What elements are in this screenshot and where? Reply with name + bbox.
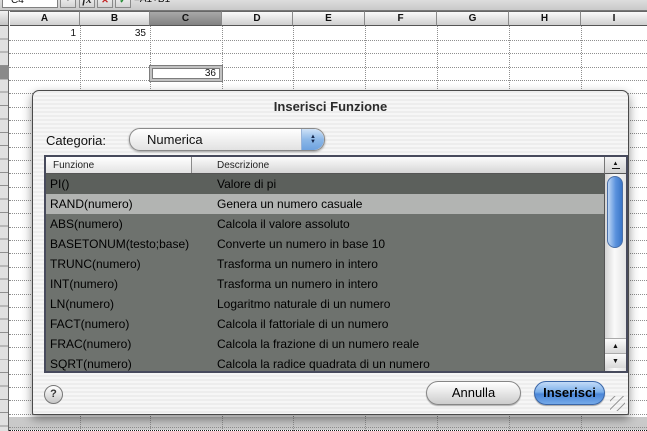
list-item[interactable]: ABS(numero)Calcola il valore assoluto <box>46 214 604 234</box>
row-headers[interactable] <box>0 26 9 431</box>
cancel-entry-icon[interactable]: ✕ <box>97 0 113 8</box>
header-descrizione[interactable]: Descrizione <box>193 157 604 173</box>
sort-direction-button[interactable]: ▲ <box>604 157 626 174</box>
grid-line <box>9 53 647 54</box>
sort-direction-bar <box>612 168 620 169</box>
category-label: Categoria: <box>46 133 106 148</box>
function-list: Funzione Descrizione ▲ PI()Valore di pi … <box>44 155 628 373</box>
scrollbar-thumb[interactable] <box>607 176 623 248</box>
name-box-dropdown-icon[interactable]: ▼ <box>60 0 76 8</box>
column-header-f[interactable]: F <box>365 11 437 26</box>
column-header-b[interactable]: B <box>80 11 150 26</box>
insert-button[interactable]: Inserisci <box>534 381 605 405</box>
accept-entry-icon[interactable]: ✓ <box>115 0 131 8</box>
function-list-header: Funzione Descrizione <box>46 157 604 174</box>
formula-bar: C4 ▼ fx ✕ ✓ =A1+B1 <box>0 0 647 11</box>
function-list-body: PI()Valore di pi RAND(numero)Genera un n… <box>46 174 604 371</box>
scrollbar[interactable]: ▲ ▼ <box>604 174 626 371</box>
cancel-button[interactable]: Annulla <box>426 381 521 405</box>
column-header-c[interactable]: C <box>150 11 222 26</box>
list-item[interactable]: TRUNC(numero)Trasforma un numero in inte… <box>46 254 604 274</box>
category-popup[interactable]: Numerica ▲▼ <box>129 128 325 151</box>
select-all-corner[interactable] <box>0 11 9 26</box>
column-header-a[interactable]: A <box>10 11 80 26</box>
help-button[interactable]: ? <box>44 385 63 404</box>
header-funzione[interactable]: Funzione <box>46 157 192 173</box>
popup-arrows-icon: ▲▼ <box>301 129 324 150</box>
scroll-down-icon[interactable]: ▼ <box>605 353 626 368</box>
resize-handle-icon[interactable] <box>610 396 625 411</box>
category-popup-value: Numerica <box>147 132 203 147</box>
list-item[interactable]: FACT(numero)Calcola il fattoriale di un … <box>46 314 604 334</box>
scroll-up-icon[interactable]: ▲ <box>605 338 626 353</box>
selected-cell-c4[interactable]: 36 <box>150 66 222 81</box>
list-item[interactable]: LN(numero)Logaritmo naturale di un numer… <box>46 294 604 314</box>
cell-reference-box[interactable]: C4 <box>2 0 58 8</box>
insert-function-dialog: Inserisci Funzione Categoria: Numerica ▲… <box>32 90 629 415</box>
column-header-h[interactable]: H <box>509 11 581 26</box>
column-header-e[interactable]: E <box>293 11 365 26</box>
row-header-4-selected[interactable] <box>0 66 9 79</box>
dialog-title: Inserisci Funzione <box>33 99 628 114</box>
list-item[interactable]: SQRT(numero)Calcola la radice quadrata d… <box>46 354 604 371</box>
formula-input[interactable]: =A1+B1 <box>134 0 170 5</box>
sort-direction-icon: ▲ <box>613 162 619 167</box>
list-item[interactable]: BASETONUM(testo;base)Converte un numero … <box>46 234 604 254</box>
list-item-selected[interactable]: RAND(numero)Genera un numero casuale <box>46 194 604 214</box>
column-header-i[interactable]: I <box>581 11 647 26</box>
insert-function-icon[interactable]: fx <box>79 0 95 8</box>
column-header-d[interactable]: D <box>222 11 293 26</box>
grid-line <box>9 427 647 428</box>
list-item[interactable]: PI()Valore di pi <box>46 174 604 194</box>
scroll-arrows: ▲ ▼ <box>605 338 626 368</box>
grid-line <box>9 67 647 68</box>
column-header-g[interactable]: G <box>437 11 509 26</box>
grid-line <box>9 80 647 81</box>
list-item[interactable]: INT(numero)Trasforma un numero in intero <box>46 274 604 294</box>
shaded-row-band <box>9 417 647 430</box>
cell-a1[interactable]: 1 <box>10 28 76 40</box>
cell-c4-value: 36 <box>205 68 216 79</box>
cell-b1[interactable]: 35 <box>80 28 146 40</box>
list-item[interactable]: FRAC(numero)Calcola la frazione di un nu… <box>46 334 604 354</box>
